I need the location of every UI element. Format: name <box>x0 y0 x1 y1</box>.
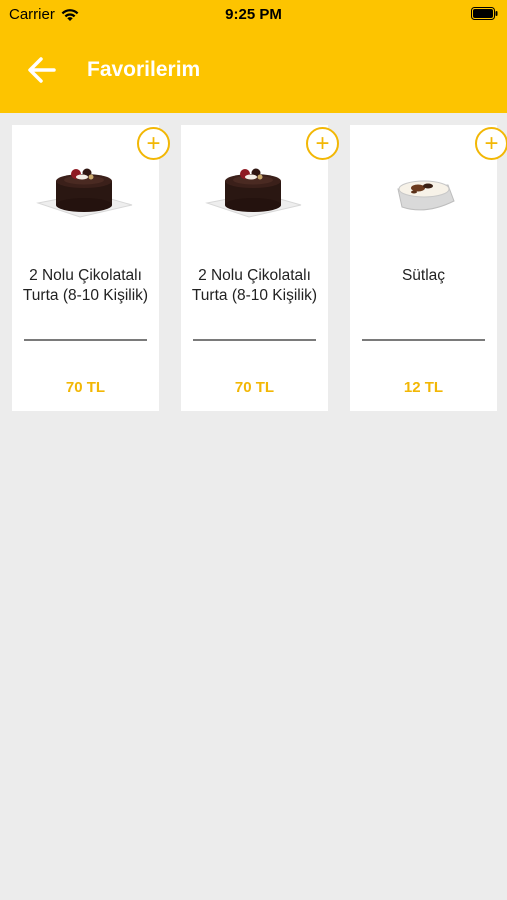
add-to-cart-button[interactable]: + <box>137 127 170 160</box>
chocolate-cake-image <box>36 168 133 218</box>
status-time: 9:25 PM <box>225 6 282 23</box>
product-card[interactable]: + 2 Nolu Çikolatalı Turta (8-10 Kişilik)… <box>12 125 170 411</box>
product-card[interactable]: + 2 Nolu Çikolatalı Turta (8-10 Kişilik)… <box>181 125 339 411</box>
add-to-cart-button[interactable]: + <box>306 127 339 160</box>
back-arrow-icon[interactable] <box>26 55 58 85</box>
status-bar: Carrier 9:25 PM <box>0 0 507 30</box>
favorites-grid: + 2 Nolu Çikolatalı Turta (8-10 Kişilik)… <box>12 125 507 411</box>
rice-pudding-image <box>397 180 455 211</box>
header: Carrier 9:25 PM Favorilerim <box>0 0 507 113</box>
divider <box>193 339 316 341</box>
product-price: 70 TL <box>65 379 106 396</box>
product-name: 2 Nolu Çikolatalı Turta (8-10 Kişilik) <box>22 267 149 304</box>
chocolate-cake-image <box>205 168 302 218</box>
product-card[interactable]: + Sütlaç 12 TL <box>350 125 507 411</box>
product-name: Sütlaç <box>401 267 446 284</box>
divider <box>362 339 485 341</box>
product-price: 70 TL <box>234 379 275 396</box>
battery-icon <box>471 7 498 20</box>
page-title: Favorilerim <box>87 58 201 81</box>
nav-bar: Favorilerim <box>0 40 507 100</box>
product-name: 2 Nolu Çikolatalı Turta (8-10 Kişilik) <box>191 267 318 304</box>
divider <box>24 339 147 341</box>
product-price: 12 TL <box>403 379 444 396</box>
add-to-cart-button[interactable]: + <box>475 127 507 160</box>
